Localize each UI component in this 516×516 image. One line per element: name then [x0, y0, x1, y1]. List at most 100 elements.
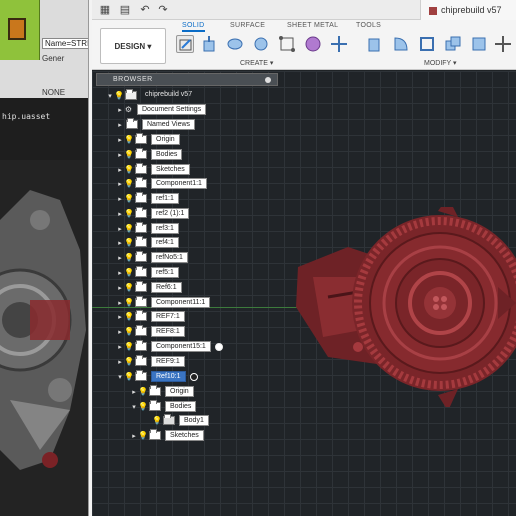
collapse-icon[interactable]: ▾	[116, 373, 124, 381]
expand-icon[interactable]: ▸	[116, 121, 124, 129]
expand-icon[interactable]: ▸	[130, 388, 138, 396]
red-gear-model[interactable]	[288, 207, 516, 407]
workspace-switcher[interactable]: DESIGN ▾	[100, 28, 166, 64]
expand-icon[interactable]: ▸	[116, 136, 124, 144]
visibility-bulb-icon[interactable]: 💡	[124, 253, 134, 262]
tab-tools[interactable]: TOOLS	[356, 22, 381, 29]
tree-root[interactable]: ▾ 💡 chiprebuild v57	[106, 89, 196, 101]
browser-pin-icon[interactable]	[265, 77, 271, 83]
expand-icon[interactable]: ▸	[116, 225, 124, 233]
tree-item-sketches[interactable]: ▸ 💡 Sketches	[130, 429, 204, 441]
expand-icon[interactable]: ▸	[116, 343, 124, 351]
visibility-bulb-icon[interactable]: 💡	[138, 387, 148, 396]
tree-item-origin[interactable]: ▸ 💡 Origin	[116, 133, 180, 145]
tab-surface[interactable]: SURFACE	[230, 22, 265, 29]
redo-icon[interactable]: ↷	[156, 3, 170, 17]
tree-item-component[interactable]: ▸ 💡 ref2 (1):1	[116, 207, 190, 219]
tree-item-body[interactable]: 💡 Body1	[144, 414, 209, 426]
visibility-bulb-icon[interactable]: 💡	[124, 283, 134, 292]
visibility-bulb-icon[interactable]: 💡	[124, 135, 134, 144]
visibility-bulb-icon[interactable]: 💡	[124, 268, 134, 277]
move-copy-icon[interactable]	[494, 35, 512, 53]
visibility-bulb-icon[interactable]: 💡	[138, 431, 148, 440]
expand-icon[interactable]: ▸	[116, 284, 124, 292]
activate-radio[interactable]	[214, 342, 223, 351]
grid-icon[interactable]: ▦	[98, 3, 112, 17]
visibility-bulb-icon[interactable]: 💡	[124, 209, 134, 218]
visibility-bulb-icon[interactable]: 💡	[124, 372, 134, 381]
combine-icon[interactable]	[444, 35, 462, 53]
visibility-bulb-icon[interactable]: 💡	[152, 416, 162, 425]
tree-item-component[interactable]: ▸ 💡 Component15:1	[116, 340, 223, 352]
tree-item-component[interactable]: ▸ 💡 Ref6:1	[116, 281, 182, 293]
visibility-bulb-icon[interactable]: 💡	[124, 342, 134, 351]
tree-item-component[interactable]: ▸ 💡 refNo5:1	[116, 251, 188, 263]
visibility-bulb-icon[interactable]: 💡	[124, 357, 134, 366]
tree-item-component[interactable]: ▸ 💡 ref4:1	[116, 236, 179, 248]
asset-thumbnail[interactable]	[0, 0, 40, 60]
visibility-bulb-icon[interactable]: 💡	[124, 298, 134, 307]
visibility-bulb-icon[interactable]: 💡	[124, 165, 134, 174]
active-radio[interactable]	[189, 372, 198, 381]
document-tab[interactable]: chiprebuild v57	[420, 0, 516, 20]
tree-item-active-component[interactable]: ▾ 💡 Ref10:1	[116, 370, 198, 382]
tree-item-component[interactable]: ▸ 💡 REF8:1	[116, 325, 185, 337]
expand-icon[interactable]: ▸	[116, 210, 124, 218]
press-pull-icon[interactable]	[366, 35, 384, 53]
visibility-bulb-icon[interactable]: 💡	[124, 179, 134, 188]
visibility-bulb-icon[interactable]: 💡	[114, 91, 124, 100]
expand-icon[interactable]: ▸	[116, 151, 124, 159]
mesh-icon[interactable]	[304, 35, 322, 53]
modify-menu[interactable]: MODIFY ▾	[424, 59, 457, 67]
visibility-bulb-icon[interactable]: 💡	[124, 224, 134, 233]
tree-item-document-settings[interactable]: ▸ ⚙ Document Settings	[116, 104, 207, 115]
tree-item-component[interactable]: ▸ 💡 ref3:1	[116, 222, 179, 234]
tree-item-bodies[interactable]: ▾ 💡 Bodies	[130, 400, 197, 412]
expand-icon[interactable]: ▸	[116, 269, 124, 277]
move-icon[interactable]	[330, 35, 348, 53]
expand-icon[interactable]: ▸	[116, 239, 124, 247]
create-menu[interactable]: CREATE ▾	[240, 59, 273, 67]
tree-item-sketches[interactable]: ▸ 💡 Sketches	[116, 163, 190, 175]
fillet-icon[interactable]	[392, 35, 410, 53]
tree-item-origin[interactable]: ▸ 💡 Origin	[130, 385, 194, 397]
expand-icon[interactable]: ▸	[116, 106, 124, 114]
visibility-bulb-icon[interactable]: 💡	[124, 327, 134, 336]
create-sketch-icon[interactable]	[176, 35, 194, 53]
visibility-bulb-icon[interactable]: 💡	[124, 150, 134, 159]
align-icon[interactable]	[470, 35, 488, 53]
browser-header[interactable]: BROWSER	[96, 73, 278, 86]
tree-item-component[interactable]: ▸ 💡 ref1:1	[116, 192, 179, 204]
undo-icon[interactable]: ↶	[138, 3, 152, 17]
expand-icon[interactable]: ▸	[130, 432, 138, 440]
extrude-icon[interactable]	[200, 35, 218, 53]
tree-item-component[interactable]: ▸ 💡 Component11:1	[116, 296, 211, 308]
expand-icon[interactable]: ▸	[116, 195, 124, 203]
expand-icon[interactable]: ▸	[116, 299, 124, 307]
expand-icon[interactable]: ▸	[116, 313, 124, 321]
3d-viewport[interactable]: BROWSER ▾ 💡 chiprebuild v57 ▸ ⚙ Document…	[92, 71, 516, 516]
tab-sheet-metal[interactable]: SHEET METAL	[287, 22, 338, 29]
expand-icon[interactable]: ▸	[116, 166, 124, 174]
expand-icon[interactable]: ▸	[116, 254, 124, 262]
expand-icon[interactable]: ▸	[116, 328, 124, 336]
visibility-bulb-icon[interactable]: 💡	[124, 238, 134, 247]
expand-icon[interactable]: ▸	[116, 358, 124, 366]
visibility-bulb-icon[interactable]: 💡	[138, 402, 148, 411]
form-icon[interactable]	[278, 35, 296, 53]
tree-item-named-views[interactable]: ▸ Named Views	[116, 118, 196, 130]
tree-item-component[interactable]: ▸ 💡 REF7:1	[116, 310, 185, 322]
sweep-icon[interactable]	[252, 35, 270, 53]
collapse-icon[interactable]: ▾	[106, 92, 114, 100]
tree-item-bodies[interactable]: ▸ 💡 Bodies	[116, 148, 183, 160]
tree-item-component[interactable]: ▸ 💡 ref5:1	[116, 266, 179, 278]
visibility-bulb-icon[interactable]: 💡	[124, 194, 134, 203]
shell-icon[interactable]	[418, 35, 436, 53]
visibility-bulb-icon[interactable]: 💡	[124, 312, 134, 321]
collapse-icon[interactable]: ▾	[130, 403, 138, 411]
expand-icon[interactable]: ▸	[116, 180, 124, 188]
tab-solid[interactable]: SOLID	[182, 22, 205, 32]
tree-item-component[interactable]: ▸ 💡 REF9:1	[116, 355, 185, 367]
revolve-icon[interactable]	[226, 35, 244, 53]
tree-item-component[interactable]: ▸ 💡 Component1:1	[116, 177, 207, 189]
